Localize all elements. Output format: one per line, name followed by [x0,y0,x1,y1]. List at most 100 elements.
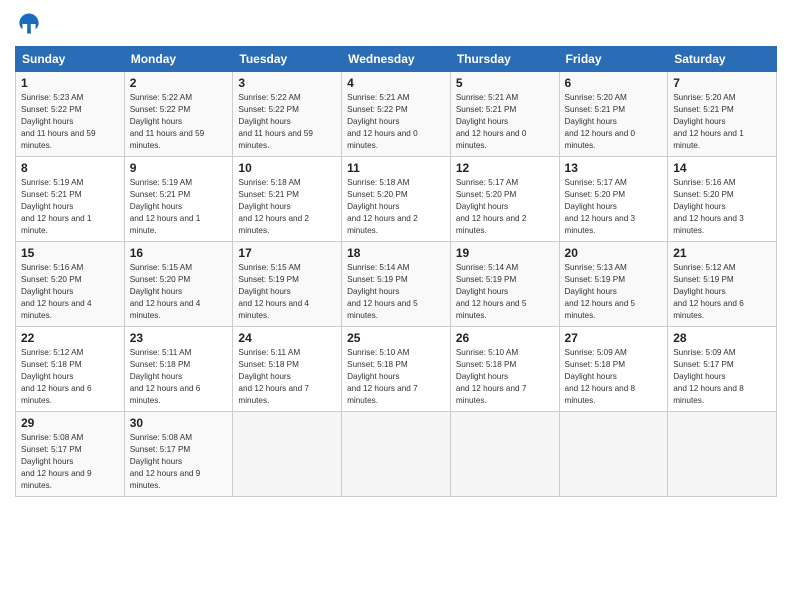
day-number: 17 [238,246,336,260]
day-info: Sunrise: 5:17 AMSunset: 5:20 PMDaylight … [456,177,554,236]
table-row: 29 Sunrise: 5:08 AMSunset: 5:17 PMDayligh… [16,412,125,497]
day-info: Sunrise: 5:15 AMSunset: 5:20 PMDaylight … [130,262,228,321]
table-row [342,412,451,497]
day-info: Sunrise: 5:20 AMSunset: 5:21 PMDaylight … [673,92,771,151]
day-info: Sunrise: 5:19 AMSunset: 5:21 PMDaylight … [130,177,228,236]
table-row: 19Sunrise: 5:14 AMSunset: 5:19 PMDayligh… [450,242,559,327]
table-row: 2 Sunrise: 5:22 AMSunset: 5:22 PMDaylight… [124,72,233,157]
col-monday: Monday [124,47,233,72]
calendar-page: Sunday Monday Tuesday Wednesday Thursday… [0,0,792,612]
day-number: 11 [347,161,445,175]
table-row [668,412,777,497]
table-row: 14 Sunrise: 5:16 AMSunset: 5:20 PMDayligh… [668,157,777,242]
day-info: Sunrise: 5:17 AMSunset: 5:20 PMDaylight … [565,177,663,236]
day-info: Sunrise: 5:13 AMSunset: 5:19 PMDaylight … [565,262,663,321]
day-info: Sunrise: 5:16 AMSunset: 5:20 PMDaylight … [21,262,119,321]
day-number: 29 [21,416,119,430]
day-info: Sunrise: 5:23 AMSunset: 5:22 PMDaylight … [21,92,119,151]
table-row [559,412,668,497]
day-info: Sunrise: 5:11 AMSunset: 5:18 PMDaylight … [130,347,228,406]
day-number: 15 [21,246,119,260]
day-number: 6 [565,76,663,90]
table-row: 8Sunrise: 5:19 AMSunset: 5:21 PMDaylight… [16,157,125,242]
table-row: 25 Sunrise: 5:10 AMSunset: 5:18 PMDayligh… [342,327,451,412]
table-row: 15 Sunrise: 5:16 AMSunset: 5:20 PMDayligh… [16,242,125,327]
day-info: Sunrise: 5:08 AMSunset: 5:17 PMDaylight … [21,432,119,491]
table-row: 4 Sunrise: 5:21 AMSunset: 5:22 PMDaylight… [342,72,451,157]
day-number: 14 [673,161,771,175]
day-number: 13 [565,161,663,175]
day-number: 10 [238,161,336,175]
day-number: 20 [565,246,663,260]
header-row: Sunday Monday Tuesday Wednesday Thursday… [16,47,777,72]
day-number: 2 [130,76,228,90]
day-info: Sunrise: 5:22 AMSunset: 5:22 PMDaylight … [130,92,228,151]
day-info: Sunrise: 5:14 AMSunset: 5:19 PMDaylight … [347,262,445,321]
table-row [450,412,559,497]
table-row: 27 Sunrise: 5:09 AMSunset: 5:18 PMDayligh… [559,327,668,412]
table-row: 28 Sunrise: 5:09 AMSunset: 5:17 PMDayligh… [668,327,777,412]
week-row-4: 22 Sunrise: 5:12 AMSunset: 5:18 PMDayligh… [16,327,777,412]
logo [15,10,47,38]
day-info: Sunrise: 5:21 AMSunset: 5:22 PMDaylight … [347,92,445,151]
day-info: Sunrise: 5:20 AMSunset: 5:21 PMDaylight … [565,92,663,151]
day-info: Sunrise: 5:12 AMSunset: 5:19 PMDaylight … [673,262,771,321]
day-info: Sunrise: 5:08 AMSunset: 5:17 PMDaylight … [130,432,228,491]
table-row: 5 Sunrise: 5:21 AMSunset: 5:21 PMDaylight… [450,72,559,157]
day-number: 3 [238,76,336,90]
week-row-3: 15 Sunrise: 5:16 AMSunset: 5:20 PMDayligh… [16,242,777,327]
table-row: 13 Sunrise: 5:17 AMSunset: 5:20 PMDayligh… [559,157,668,242]
table-row: 16 Sunrise: 5:15 AMSunset: 5:20 PMDayligh… [124,242,233,327]
day-number: 23 [130,331,228,345]
day-info: Sunrise: 5:09 AMSunset: 5:17 PMDaylight … [673,347,771,406]
day-info: Sunrise: 5:18 AMSunset: 5:21 PMDaylight … [238,177,336,236]
day-number: 16 [130,246,228,260]
table-row: 23 Sunrise: 5:11 AMSunset: 5:18 PMDayligh… [124,327,233,412]
day-number: 7 [673,76,771,90]
table-row: 22 Sunrise: 5:12 AMSunset: 5:18 PMDayligh… [16,327,125,412]
col-tuesday: Tuesday [233,47,342,72]
day-info: Sunrise: 5:21 AMSunset: 5:21 PMDaylight … [456,92,554,151]
day-number: 26 [456,331,554,345]
table-row: 21 Sunrise: 5:12 AMSunset: 5:19 PMDayligh… [668,242,777,327]
day-number: 27 [565,331,663,345]
table-row [233,412,342,497]
day-number: 21 [673,246,771,260]
calendar-table: Sunday Monday Tuesday Wednesday Thursday… [15,46,777,497]
table-row: 1 Sunrise: 5:23 AMSunset: 5:22 PMDaylight… [16,72,125,157]
table-row: 24Sunrise: 5:11 AMSunset: 5:18 PMDayligh… [233,327,342,412]
week-row-1: 1 Sunrise: 5:23 AMSunset: 5:22 PMDaylight… [16,72,777,157]
col-friday: Friday [559,47,668,72]
day-number: 12 [456,161,554,175]
col-wednesday: Wednesday [342,47,451,72]
day-number: 5 [456,76,554,90]
day-info: Sunrise: 5:16 AMSunset: 5:20 PMDaylight … [673,177,771,236]
table-row: 7 Sunrise: 5:20 AMSunset: 5:21 PMDaylight… [668,72,777,157]
day-info: Sunrise: 5:09 AMSunset: 5:18 PMDaylight … [565,347,663,406]
logo-icon [15,10,43,38]
day-info: Sunrise: 5:12 AMSunset: 5:18 PMDaylight … [21,347,119,406]
table-row: 18Sunrise: 5:14 AMSunset: 5:19 PMDayligh… [342,242,451,327]
table-row: 3 Sunrise: 5:22 AMSunset: 5:22 PMDaylight… [233,72,342,157]
day-number: 30 [130,416,228,430]
table-row: 6 Sunrise: 5:20 AMSunset: 5:21 PMDaylight… [559,72,668,157]
day-number: 1 [21,76,119,90]
day-number: 22 [21,331,119,345]
day-number: 25 [347,331,445,345]
col-thursday: Thursday [450,47,559,72]
table-row: 20 Sunrise: 5:13 AMSunset: 5:19 PMDayligh… [559,242,668,327]
col-saturday: Saturday [668,47,777,72]
day-info: Sunrise: 5:22 AMSunset: 5:22 PMDaylight … [238,92,336,151]
table-row: 9Sunrise: 5:19 AMSunset: 5:21 PMDaylight… [124,157,233,242]
week-row-5: 29 Sunrise: 5:08 AMSunset: 5:17 PMDayligh… [16,412,777,497]
day-number: 28 [673,331,771,345]
day-info: Sunrise: 5:15 AMSunset: 5:19 PMDaylight … [238,262,336,321]
day-number: 4 [347,76,445,90]
day-info: Sunrise: 5:14 AMSunset: 5:19 PMDaylight … [456,262,554,321]
table-row: 11Sunrise: 5:18 AMSunset: 5:20 PMDayligh… [342,157,451,242]
table-row: 30 Sunrise: 5:08 AMSunset: 5:17 PMDayligh… [124,412,233,497]
day-info: Sunrise: 5:10 AMSunset: 5:18 PMDaylight … [347,347,445,406]
header [15,10,777,38]
table-row: 12 Sunrise: 5:17 AMSunset: 5:20 PMDayligh… [450,157,559,242]
table-row: 26Sunrise: 5:10 AMSunset: 5:18 PMDayligh… [450,327,559,412]
